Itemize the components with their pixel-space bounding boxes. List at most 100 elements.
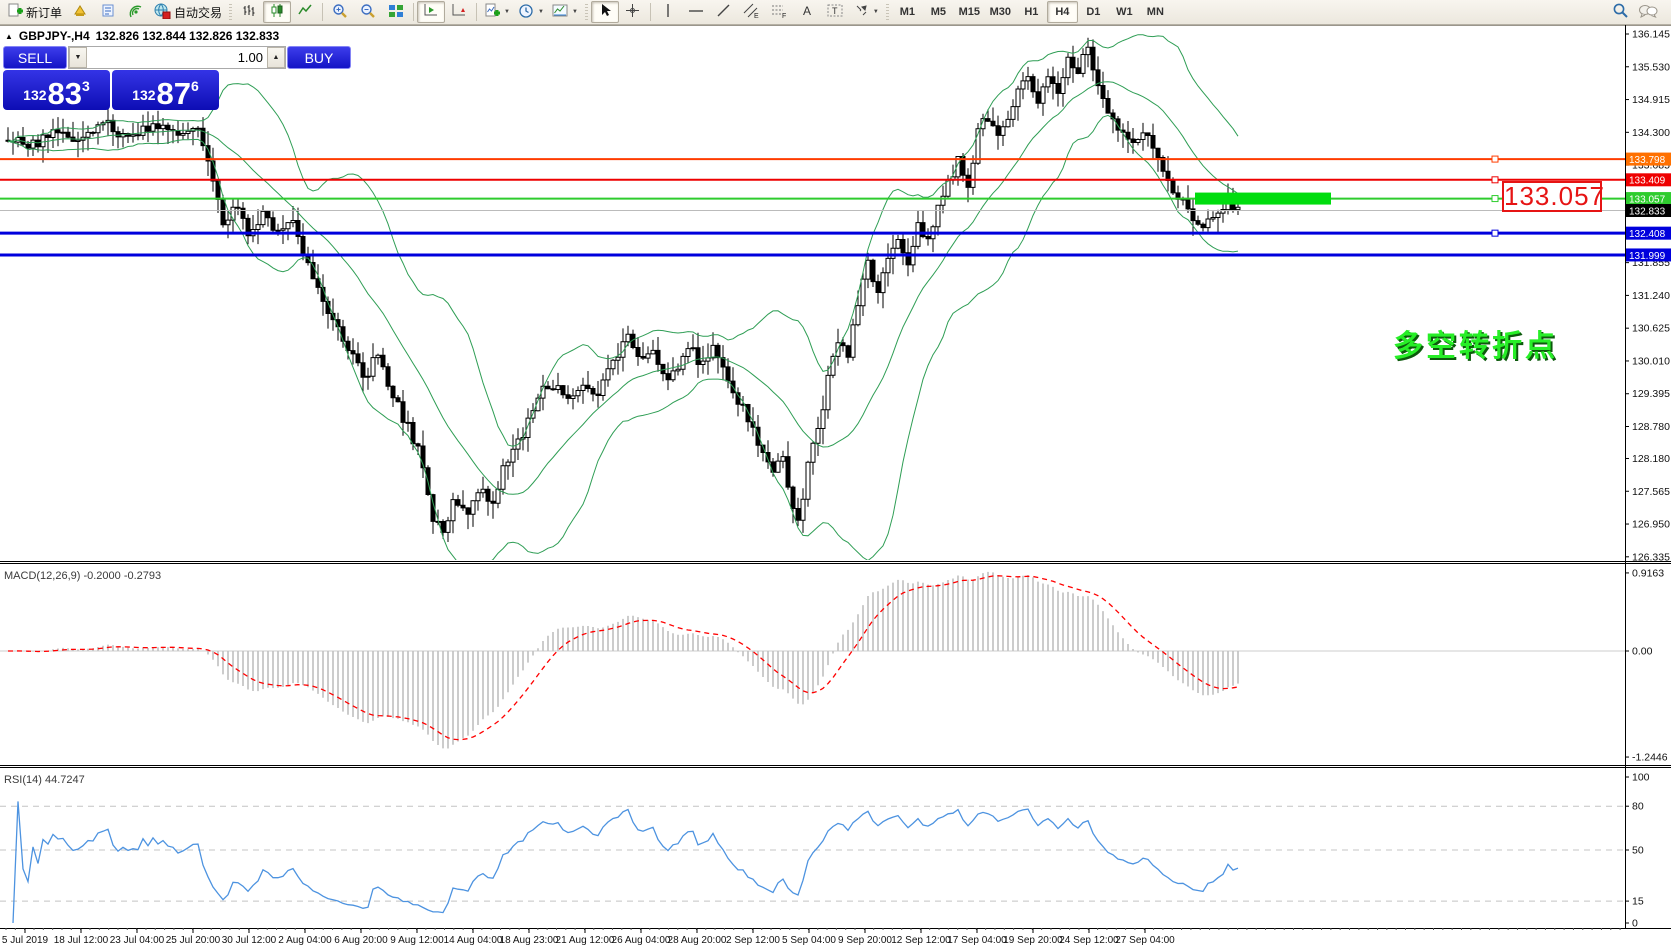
equidistant-channel-icon: E [743,3,760,22]
time-tick-label: 25 Jul 20:00 [166,935,221,946]
line-handle[interactable] [1492,156,1498,162]
cursor-tool-button[interactable] [591,1,619,23]
time-tick-label: 21 Aug 12:00 [556,935,615,946]
price-tick-label: 135.530 [1632,61,1670,73]
equidistant-channel-tool-button[interactable]: E [738,1,766,23]
macd-tick-label: 0.9163 [1632,567,1664,579]
templates-dropdown-caret[interactable]: ▼ [572,9,578,15]
sell-price-display[interactable]: 132833 [3,70,110,110]
highlight-bar[interactable] [1195,193,1331,205]
zoom-out-button[interactable] [354,1,382,23]
macd-layer [8,572,1238,749]
time-tick-label: 18 Jul 12:00 [54,935,109,946]
rsi-indicator-label: RSI(14) 44.7247 [4,774,85,786]
text-tool-button[interactable]: A [794,1,822,23]
periods-button[interactable]: ▼ [514,1,548,23]
timeframe-h1-button[interactable]: H1 [1016,1,1047,23]
crosshair-tool-button[interactable] [619,1,647,23]
vertical-line-tool-button[interactable] [654,1,682,23]
line-handle[interactable] [1492,230,1498,236]
chat-button[interactable] [1634,1,1662,23]
candlestick-chart-button[interactable] [263,1,291,23]
line-handle[interactable] [1492,196,1498,202]
timeframe-m5-button[interactable]: M5 [923,1,954,23]
timeframe-m30-button[interactable]: M30 [985,1,1016,23]
timeframe-mn-button[interactable]: MN [1140,1,1171,23]
periods-dropdown-caret[interactable]: ▼ [538,9,544,15]
text-icon: A [801,3,814,21]
new-order-button[interactable]: 新订单 [3,1,66,23]
rsi-tick-label: 15 [1632,896,1644,908]
price-annotation-box[interactable]: 133.057 [1502,181,1602,212]
price-tick-label: 129.395 [1632,388,1670,400]
periods-icon [518,3,534,22]
time-tick-label: 30 Jul 12:00 [222,935,277,946]
time-tick-label: 9 Sep 20:00 [838,935,892,946]
buy-price-pip: 6 [191,78,199,94]
rsi-layer [13,801,1238,923]
horizontal-line-tool-button[interactable] [682,1,710,23]
price-flag-label: 132.408 [1629,229,1666,240]
macd-tick-label: -1.2446 [1632,752,1668,764]
text-label-icon: T [827,3,844,21]
autotrade-button[interactable]: 自动交易 [150,1,226,23]
signals-button[interactable] [122,1,150,23]
price-flag-label: 132.833 [1629,206,1666,217]
bar-chart-button[interactable] [235,1,263,23]
timeframe-h4-button[interactable]: H4 [1047,1,1078,23]
turning-point-annotation: 多空转折点 [1393,321,1558,365]
buy-price-display[interactable]: 132876 [112,70,219,110]
time-tick-label: 17 Sep 04:00 [947,935,1007,946]
cursor-icon [598,3,612,21]
fibonacci-tool-button[interactable]: F [766,1,794,23]
time-tick-label: 14 Aug 04:00 [444,935,503,946]
market-watch-button[interactable] [66,1,94,23]
arrows-tool-button[interactable]: ▼ [850,1,883,23]
line-chart-icon [298,3,313,21]
text-label-tool-button[interactable]: T [822,1,850,23]
rsi-tick-label: 100 [1632,772,1650,784]
search-button[interactable] [1606,1,1634,23]
buy-price-prefix: 132 [132,87,155,103]
chart-symbol-period: GBPJPY-,H4 [19,29,90,43]
timeframe-group: M1M5M15M30H1H4D1W1MN [892,1,1171,23]
price-tick-label: 127.565 [1632,486,1670,498]
new-order-label: 新订单 [26,4,62,21]
indicators-button[interactable]: ▼ [480,1,514,23]
search-icon [1612,2,1629,22]
volume-increase-button[interactable]: ▲ [267,47,285,68]
price-chart-svg[interactable]: 136.145135.530134.915134.300133.685131.8… [0,25,1671,947]
zoom-in-button[interactable] [326,1,354,23]
indicators-dropdown-caret[interactable]: ▼ [504,9,510,15]
line-handle[interactable] [1492,177,1498,183]
auto-scroll-button[interactable] [417,1,445,23]
toolbar: 新订单 自动交易 [0,0,1671,25]
timeframe-m1-button[interactable]: M1 [892,1,923,23]
macd-indicator-label: MACD(12,26,9) -0.2000 -0.2793 [4,570,161,582]
volume-control: ▼ ▲ [68,46,286,69]
price-flag-label: 133.409 [1629,176,1666,187]
data-window-icon [100,3,116,22]
time-tick-label: 12 Sep 12:00 [891,935,951,946]
timeframe-d1-button[interactable]: D1 [1078,1,1109,23]
volume-decrease-button[interactable]: ▼ [69,47,87,68]
timeframe-m15-button[interactable]: M15 [954,1,985,23]
chart-shift-button[interactable] [445,1,473,23]
templates-icon [552,3,568,22]
panel-collapse-icon[interactable]: ▲ [5,32,13,41]
arrows-dropdown-caret[interactable]: ▼ [873,9,879,15]
timeframe-w1-button[interactable]: W1 [1109,1,1140,23]
sell-button[interactable]: SELL [3,46,67,69]
time-tick-label: 28 Aug 20:00 [668,935,727,946]
time-tick-label: 18 Aug 23:00 [500,935,559,946]
data-window-button[interactable] [94,1,122,23]
new-order-icon [7,3,23,22]
templates-button[interactable]: ▼ [548,1,582,23]
volume-input[interactable] [87,47,267,68]
buy-button[interactable]: BUY [287,46,351,69]
price-flag-label: 133.057 [1629,194,1666,205]
line-chart-button[interactable] [291,1,319,23]
time-tick-label: 9 Aug 12:00 [390,935,444,946]
tile-windows-button[interactable] [382,1,410,23]
trendline-tool-button[interactable] [710,1,738,23]
